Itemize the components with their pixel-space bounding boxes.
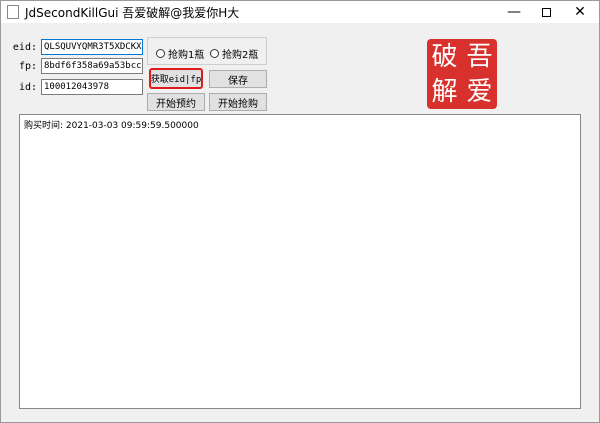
start-buy-button[interactable]: 开始抢购 xyxy=(209,93,267,111)
eid-label: eid: xyxy=(12,42,37,53)
eid-input[interactable]: QLSQUVYQMR3T5XDCKX024 xyxy=(41,39,143,55)
app-icon xyxy=(7,5,19,19)
maximize-icon xyxy=(541,7,551,17)
buy-2-radio-label: 抢购2瓶 xyxy=(222,50,259,61)
seal-char: 解 xyxy=(431,76,458,107)
buy-1-radio[interactable]: 抢购1瓶 xyxy=(156,46,204,61)
id-input[interactable]: 100012043978 xyxy=(41,79,143,95)
fp-label: fp: xyxy=(18,61,37,72)
app-window: JdSecondKillGui 吾爱破解@我爱你H大 — ✕ eid: QLSQ… xyxy=(0,0,600,423)
start-reserve-button[interactable]: 开始预约 xyxy=(147,93,205,111)
title-bar[interactable]: JdSecondKillGui 吾爱破解@我爱你H大 — ✕ xyxy=(1,1,599,23)
buy-2-radio[interactable]: 抢购2瓶 xyxy=(210,46,258,61)
get-eid-fp-button[interactable]: 获取eid|fp xyxy=(149,68,203,89)
maximize-button[interactable] xyxy=(529,1,563,23)
fp-input[interactable]: 8bdf6f358a69a53bcc461 xyxy=(41,58,143,74)
radio-circle-icon xyxy=(210,49,219,58)
minimize-icon: — xyxy=(507,4,521,20)
window-title: JdSecondKillGui 吾爱破解@我爱你H大 xyxy=(25,6,240,20)
radio-circle-icon xyxy=(156,49,165,58)
seal-char: 爱 xyxy=(466,76,493,107)
minimize-button[interactable]: — xyxy=(497,1,531,23)
buy-1-radio-label: 抢购1瓶 xyxy=(168,50,205,61)
close-icon: ✕ xyxy=(574,4,586,20)
seal-logo: 破 吾 解 爱 xyxy=(427,39,497,109)
seal-char: 吾 xyxy=(466,41,493,72)
log-output-area[interactable]: 购买时间: 2021-03-03 09:59:59.500000 xyxy=(19,114,581,409)
quantity-radio-group: 抢购1瓶 抢购2瓶 xyxy=(147,37,267,65)
seal-char: 破 xyxy=(431,41,458,72)
save-button[interactable]: 保存 xyxy=(209,70,267,88)
close-button[interactable]: ✕ xyxy=(563,1,597,23)
id-label: id: xyxy=(18,82,37,93)
log-line: 购买时间: 2021-03-03 09:59:59.500000 xyxy=(24,121,199,131)
